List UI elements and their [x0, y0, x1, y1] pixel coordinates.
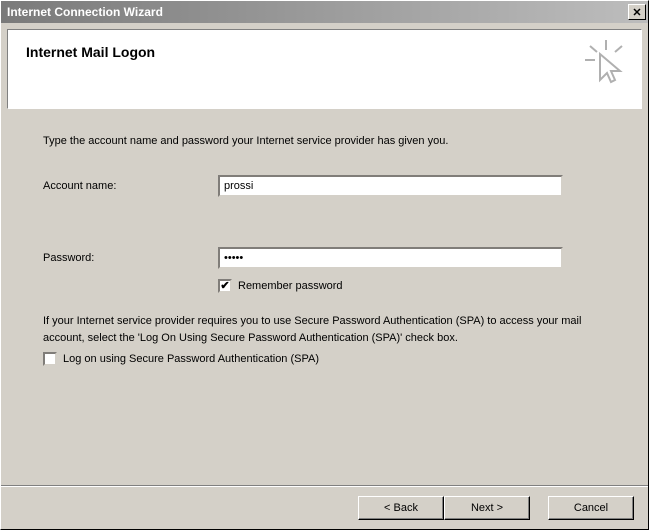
account-label: Account name:	[43, 180, 218, 192]
spa-label: Log on using Secure Password Authenticat…	[63, 353, 319, 365]
remember-label: Remember password	[238, 280, 343, 292]
password-label: Password:	[43, 252, 218, 264]
back-button[interactable]: < Back	[358, 496, 444, 520]
spa-row: Log on using Secure Password Authenticat…	[43, 352, 606, 366]
cursor-icon	[585, 40, 627, 86]
button-bar: < Back Next > Cancel	[1, 485, 648, 529]
wizard-window: Internet Connection Wizard ✕ Internet Ma…	[0, 0, 649, 530]
check-icon: ✔	[220, 281, 229, 292]
cancel-button[interactable]: Cancel	[548, 496, 634, 520]
page-title: Internet Mail Logon	[26, 44, 623, 60]
spacer	[43, 207, 606, 247]
remember-row: ✔ Remember password	[218, 279, 606, 293]
instruction-text: Type the account name and password your …	[43, 135, 606, 147]
spa-instruction: If your Internet service provider requir…	[43, 313, 606, 346]
close-button[interactable]: ✕	[628, 4, 646, 20]
content-area: Type the account name and password your …	[1, 109, 648, 376]
account-name-input[interactable]	[218, 175, 563, 197]
titlebar: Internet Connection Wizard ✕	[1, 1, 648, 23]
remember-password-checkbox[interactable]: ✔	[218, 279, 232, 293]
spa-checkbox[interactable]	[43, 352, 57, 366]
header-pane: Internet Mail Logon	[7, 29, 642, 109]
window-title: Internet Connection Wizard	[7, 5, 163, 19]
next-button[interactable]: Next >	[444, 496, 530, 520]
password-row: Password:	[43, 247, 606, 269]
password-input[interactable]	[218, 247, 563, 269]
close-icon: ✕	[632, 6, 641, 19]
account-row: Account name:	[43, 175, 606, 197]
